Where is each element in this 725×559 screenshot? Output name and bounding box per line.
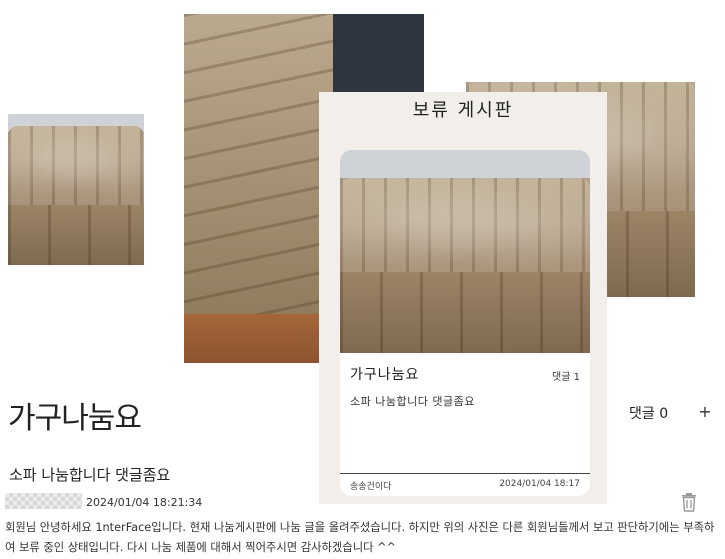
preview-divider [340, 473, 590, 474]
comments-count: 댓글 0 [629, 406, 669, 422]
preview-comment-count: 댓글 1 [552, 372, 580, 383]
post-preview-photo [340, 150, 590, 353]
preview-author: 송송건이다 [350, 482, 392, 492]
comment-timestamp: 2024/01/04 18:21:34 [86, 496, 203, 509]
preview-item-title: 가구나눔요 [350, 367, 420, 383]
comment-text: 회원님 안녕하세요 1nterFace입니다. 현재 나눔게시판에 나눔 글을 … [5, 521, 715, 554]
sofa-photo-left [8, 114, 144, 265]
plus-icon: + [698, 401, 712, 421]
preview-item-description: 소파 나눔합니다 댓글좀요 [350, 395, 475, 408]
board-title: 보류 게시판 [412, 100, 514, 121]
avatar [5, 493, 82, 509]
board-card[interactable]: 보류 게시판 가구나눔요 댓글 1 소파 나눔합니다 댓글좀요 송송건이다 20… [319, 92, 607, 504]
add-comment-button[interactable]: + [697, 401, 713, 421]
post-preview-card[interactable]: 가구나눔요 댓글 1 소파 나눔합니다 댓글좀요 송송건이다 2024/01/0… [340, 150, 590, 496]
preview-date: 2024/01/04 18:17 [499, 479, 580, 489]
delete-comment-button[interactable] [680, 492, 698, 512]
trash-icon [682, 493, 696, 512]
post-title: 가구나눔요 [8, 401, 142, 436]
post-subtitle: 소파 나눔합니다 댓글좀요 [9, 466, 171, 484]
